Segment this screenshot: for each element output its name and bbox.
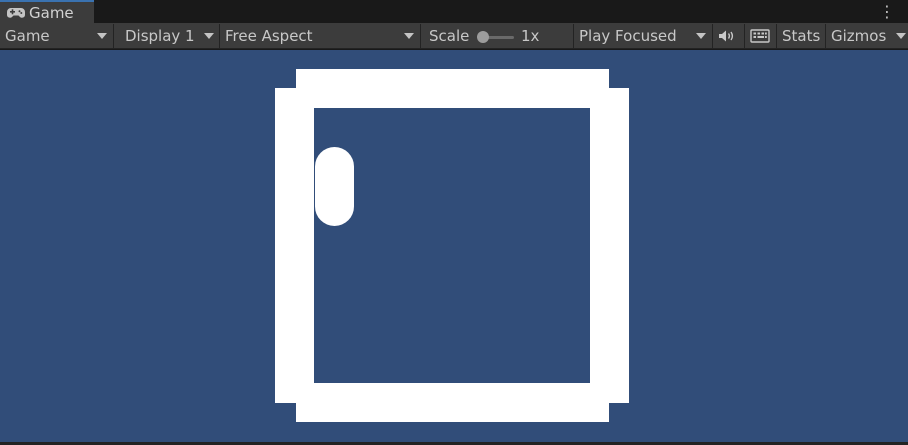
scale-value: 1x	[521, 27, 540, 45]
tab-label: Game	[29, 3, 74, 22]
divider	[744, 24, 745, 48]
chevron-down-icon	[696, 33, 706, 39]
chevron-down-icon	[404, 33, 414, 39]
stats-label: Stats	[782, 27, 821, 45]
paddle	[315, 147, 354, 226]
top-wall	[296, 69, 609, 108]
aspect-dropdown[interactable]: Free Aspect	[225, 23, 313, 49]
speaker-icon	[719, 30, 734, 42]
divider	[573, 24, 574, 48]
view-mode-label: Game	[5, 27, 50, 45]
bottom-wall	[296, 383, 609, 422]
divider	[776, 24, 777, 48]
play-mode-label: Play Focused	[579, 27, 677, 45]
gizmos-button[interactable]: Gizmos	[831, 23, 886, 49]
keyboard-icon	[750, 29, 770, 43]
right-wall	[590, 88, 629, 403]
mute-audio-button[interactable]	[718, 23, 736, 49]
gamepad-icon	[7, 7, 25, 18]
more-options-icon[interactable]: ⋮	[878, 2, 896, 21]
divider	[420, 24, 421, 48]
scale-label: Scale	[429, 27, 470, 45]
chevron-down-icon[interactable]	[896, 33, 906, 39]
scale-slider-handle[interactable]	[477, 31, 489, 43]
chevron-down-icon	[204, 33, 214, 39]
stats-button[interactable]: Stats	[782, 23, 820, 49]
play-mode-dropdown[interactable]: Play Focused	[579, 23, 677, 49]
display-dropdown[interactable]: Display 1	[125, 23, 195, 49]
left-wall	[275, 88, 314, 403]
game-toolbar: Game Display 1 Free Aspect Scale 1x Play…	[0, 23, 908, 49]
window-tab-bar: Game ⋮	[0, 0, 908, 23]
aspect-label: Free Aspect	[225, 27, 313, 45]
view-mode-dropdown[interactable]: Game	[5, 23, 50, 49]
tab-game[interactable]: Game	[0, 0, 94, 23]
divider	[825, 24, 826, 48]
display-label: Display 1	[125, 27, 195, 45]
divider	[712, 24, 713, 48]
gizmos-label: Gizmos	[831, 27, 887, 45]
divider	[113, 24, 114, 48]
keyboard-shortcuts-button[interactable]	[750, 23, 770, 49]
divider	[219, 24, 220, 48]
chevron-down-icon	[97, 33, 107, 39]
